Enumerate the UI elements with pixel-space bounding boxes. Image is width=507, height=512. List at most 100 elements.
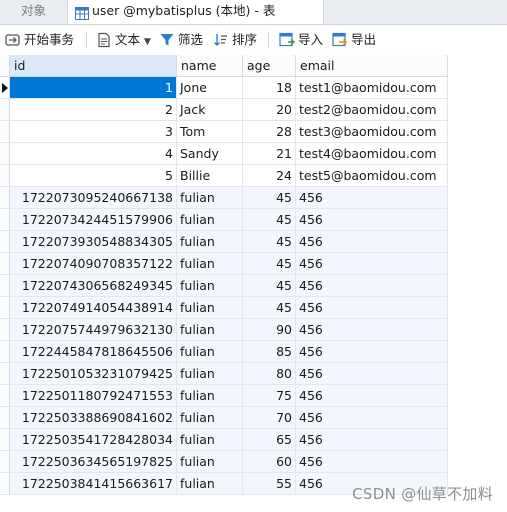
cell-age[interactable]: 60 (243, 451, 296, 472)
cell-age[interactable]: 21 (243, 143, 296, 164)
cell-name[interactable]: fulian (177, 385, 243, 406)
table-row[interactable]: 3 Tom 28 test3@baomidou.com (0, 121, 448, 143)
cell-id[interactable]: 3 (10, 121, 177, 142)
cell-id[interactable]: 1 (10, 77, 177, 98)
filter-button[interactable]: 筛选 (158, 29, 203, 51)
sort-button[interactable]: 排序 (212, 29, 257, 51)
cell-name[interactable]: fulian (177, 253, 243, 274)
tab-objects[interactable]: 对象 (0, 0, 68, 24)
cell-id[interactable]: 1722074306568249345 (10, 275, 177, 296)
cell-id[interactable]: 1722503541728428034 (10, 429, 177, 450)
cell-id[interactable]: 5 (10, 165, 177, 186)
cell-name[interactable]: fulian (177, 297, 243, 318)
cell-age[interactable]: 70 (243, 407, 296, 428)
cell-id[interactable]: 1722445847818645506 (10, 341, 177, 362)
tab-user-table[interactable]: user @mybatisplus (本地) - 表 (68, 0, 324, 24)
cell-age[interactable]: 28 (243, 121, 296, 142)
cell-email[interactable]: test4@baomidou.com (296, 143, 448, 164)
row-indicator[interactable] (0, 297, 10, 318)
cell-name[interactable]: fulian (177, 231, 243, 252)
cell-id[interactable]: 1722073424451579906 (10, 209, 177, 230)
cell-email[interactable]: test1@baomidou.com (296, 77, 448, 98)
cell-age[interactable]: 75 (243, 385, 296, 406)
cell-name[interactable]: fulian (177, 363, 243, 384)
cell-name[interactable]: Billie (177, 165, 243, 186)
cell-email[interactable]: test2@baomidou.com (296, 99, 448, 120)
table-row[interactable]: 1722503388690841602 fulian 70 456 (0, 407, 448, 429)
table-row[interactable]: 1722501180792471553 fulian 75 456 (0, 385, 448, 407)
table-row[interactable]: 1 Jone 18 test1@baomidou.com (0, 77, 448, 99)
cell-name[interactable]: fulian (177, 407, 243, 428)
cell-age[interactable]: 20 (243, 99, 296, 120)
row-indicator[interactable] (0, 451, 10, 472)
cell-age[interactable]: 45 (243, 231, 296, 252)
cell-id[interactable]: 2 (10, 99, 177, 120)
table-row[interactable]: 1722445847818645506 fulian 85 456 (0, 341, 448, 363)
cell-email[interactable]: 456 (296, 451, 448, 472)
cell-name[interactable]: fulian (177, 451, 243, 472)
cell-age[interactable]: 80 (243, 363, 296, 384)
cell-name[interactable]: fulian (177, 319, 243, 340)
cell-id[interactable]: 1722503841415663617 (10, 473, 177, 494)
cell-email[interactable]: 456 (296, 187, 448, 208)
column-header-name[interactable]: name (177, 55, 243, 77)
cell-age[interactable]: 85 (243, 341, 296, 362)
row-indicator[interactable] (0, 165, 10, 186)
cell-age[interactable]: 45 (243, 187, 296, 208)
cell-id[interactable]: 4 (10, 143, 177, 164)
cell-email[interactable]: 456 (296, 385, 448, 406)
table-row[interactable]: 1722073095240667138 fulian 45 456 (0, 187, 448, 209)
table-row[interactable]: 1722073930548834305 fulian 45 456 (0, 231, 448, 253)
cell-id[interactable]: 1722073095240667138 (10, 187, 177, 208)
cell-name[interactable]: fulian (177, 187, 243, 208)
cell-id[interactable]: 1722074090708357122 (10, 253, 177, 274)
cell-age[interactable]: 55 (243, 473, 296, 494)
cell-email[interactable]: 456 (296, 429, 448, 450)
cell-name[interactable]: Sandy (177, 143, 243, 164)
row-indicator[interactable] (0, 77, 10, 98)
column-header-id[interactable]: id (10, 55, 177, 77)
row-indicator[interactable] (0, 209, 10, 230)
row-indicator[interactable] (0, 187, 10, 208)
row-indicator[interactable] (0, 429, 10, 450)
row-indicator[interactable] (0, 385, 10, 406)
row-indicator[interactable] (0, 407, 10, 428)
cell-name[interactable]: fulian (177, 473, 243, 494)
table-row[interactable]: 1722075744979632130 fulian 90 456 (0, 319, 448, 341)
row-indicator[interactable] (0, 319, 10, 340)
row-indicator[interactable] (0, 363, 10, 384)
cell-age[interactable]: 45 (243, 209, 296, 230)
column-header-email[interactable]: email (296, 55, 448, 77)
table-row[interactable]: 1722074306568249345 fulian 45 456 (0, 275, 448, 297)
cell-email[interactable]: 456 (296, 275, 448, 296)
cell-email[interactable]: 456 (296, 297, 448, 318)
text-button[interactable]: 文本 ▼ (95, 29, 151, 51)
cell-age[interactable]: 18 (243, 77, 296, 98)
row-indicator[interactable] (0, 231, 10, 252)
row-indicator[interactable] (0, 253, 10, 274)
cell-age[interactable]: 24 (243, 165, 296, 186)
cell-id[interactable]: 1722501053231079425 (10, 363, 177, 384)
cell-name[interactable]: fulian (177, 429, 243, 450)
begin-transaction-button[interactable]: 开始事务 (4, 29, 74, 51)
cell-name[interactable]: Jone (177, 77, 243, 98)
cell-age[interactable]: 65 (243, 429, 296, 450)
cell-email[interactable]: test3@baomidou.com (296, 121, 448, 142)
cell-name[interactable]: Jack (177, 99, 243, 120)
table-row[interactable]: 1722501053231079425 fulian 80 456 (0, 363, 448, 385)
export-button[interactable]: 导出 (331, 29, 376, 51)
chevron-down-icon[interactable]: ▼ (144, 37, 151, 47)
table-row[interactable]: 4 Sandy 21 test4@baomidou.com (0, 143, 448, 165)
cell-id[interactable]: 1722501180792471553 (10, 385, 177, 406)
row-indicator[interactable] (0, 121, 10, 142)
cell-email[interactable]: 456 (296, 363, 448, 384)
cell-age[interactable]: 45 (243, 275, 296, 296)
table-row[interactable]: 2 Jack 20 test2@baomidou.com (0, 99, 448, 121)
table-row[interactable]: 1722074914054438914 fulian 45 456 (0, 297, 448, 319)
column-header-age[interactable]: age (243, 55, 296, 77)
cell-email[interactable]: 456 (296, 407, 448, 428)
import-button[interactable]: 导入 (278, 29, 323, 51)
cell-age[interactable]: 90 (243, 319, 296, 340)
table-row[interactable]: 1722073424451579906 fulian 45 456 (0, 209, 448, 231)
row-indicator[interactable] (0, 473, 10, 494)
